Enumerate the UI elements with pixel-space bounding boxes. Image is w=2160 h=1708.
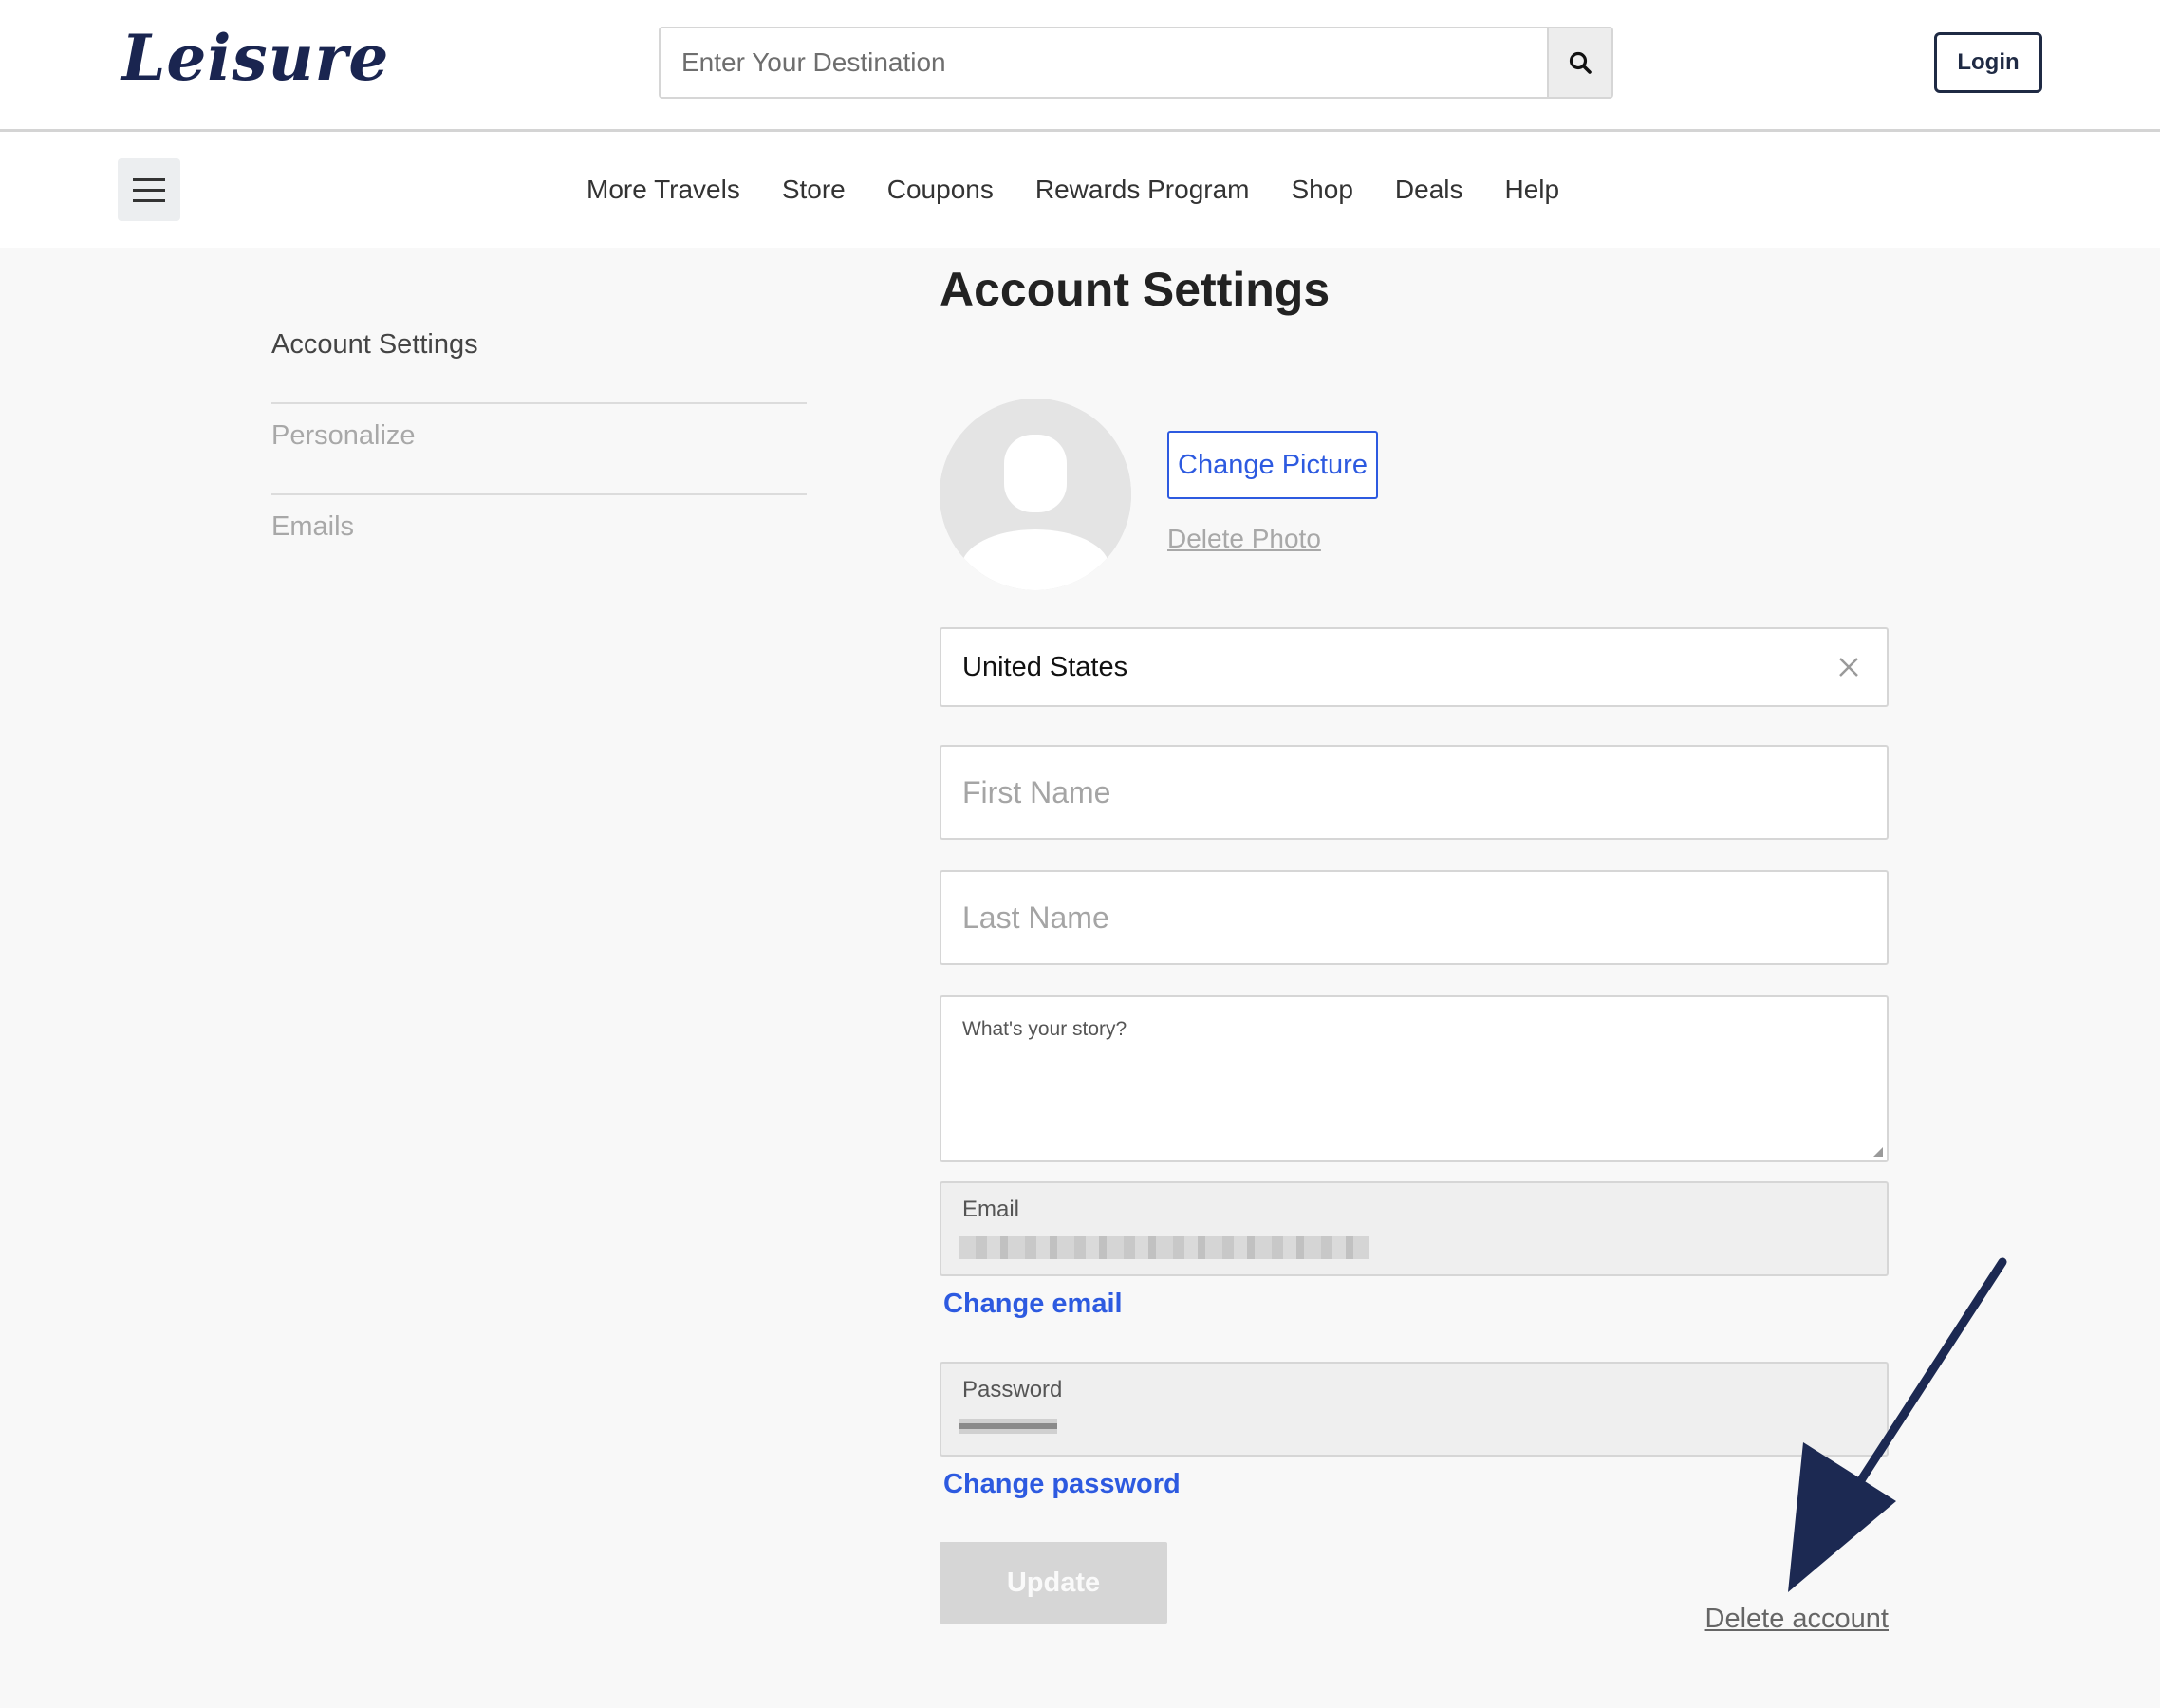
story-textarea[interactable] bbox=[941, 997, 1887, 1160]
country-select[interactable]: United States bbox=[940, 627, 1889, 707]
story-field bbox=[940, 995, 1889, 1162]
destination-search bbox=[659, 27, 1613, 99]
email-label: Email bbox=[962, 1197, 1020, 1222]
nav-link-shop[interactable]: Shop bbox=[1292, 175, 1353, 205]
delete-photo-link[interactable]: Delete Photo bbox=[1167, 524, 1321, 554]
site-logo[interactable]: Leisure bbox=[121, 21, 389, 95]
sidebar-item-account-settings[interactable]: Account Settings bbox=[271, 313, 807, 404]
password-label: Password bbox=[962, 1377, 1063, 1402]
nav-links: More Travels Store Coupons Rewards Progr… bbox=[566, 132, 1580, 248]
main-navigation: More Travels Store Coupons Rewards Progr… bbox=[0, 132, 2160, 248]
nav-link-more-travels[interactable]: More Travels bbox=[587, 175, 740, 205]
redacted-email-value bbox=[959, 1236, 1369, 1259]
nav-link-rewards-program[interactable]: Rewards Program bbox=[1035, 175, 1250, 205]
close-icon[interactable] bbox=[1832, 650, 1866, 684]
delete-account-link[interactable]: Delete account bbox=[1705, 1604, 1889, 1635]
hamburger-menu-button[interactable] bbox=[118, 158, 180, 221]
settings-sidebar: Account Settings Personalize Emails bbox=[271, 313, 807, 586]
login-button[interactable]: Login bbox=[1934, 32, 2042, 93]
change-password-link[interactable]: Change password bbox=[943, 1469, 1181, 1500]
search-icon bbox=[1569, 51, 1592, 74]
default-user-avatar-icon bbox=[940, 399, 1131, 590]
nav-link-help[interactable]: Help bbox=[1505, 175, 1560, 205]
profile-avatar bbox=[940, 399, 1131, 590]
first-name-input[interactable] bbox=[941, 747, 1887, 838]
last-name-field bbox=[940, 870, 1889, 965]
redacted-password-value bbox=[959, 1419, 1057, 1434]
change-picture-button[interactable]: Change Picture bbox=[1167, 431, 1378, 499]
update-button[interactable]: Update bbox=[940, 1542, 1167, 1624]
page-title: Account Settings bbox=[940, 263, 1331, 316]
top-header: Leisure Login bbox=[0, 0, 2160, 132]
search-button[interactable] bbox=[1547, 28, 1611, 97]
destination-search-input[interactable] bbox=[661, 28, 1543, 97]
sidebar-item-personalize[interactable]: Personalize bbox=[271, 404, 807, 495]
email-field: Email bbox=[940, 1181, 1889, 1276]
first-name-field bbox=[940, 745, 1889, 840]
sidebar-item-emails[interactable]: Emails bbox=[271, 495, 807, 586]
nav-link-deals[interactable]: Deals bbox=[1395, 175, 1463, 205]
last-name-input[interactable] bbox=[941, 872, 1887, 963]
nav-link-store[interactable]: Store bbox=[782, 175, 846, 205]
resize-handle-icon[interactable] bbox=[1871, 1145, 1883, 1157]
change-email-link[interactable]: Change email bbox=[943, 1289, 1123, 1320]
nav-link-coupons[interactable]: Coupons bbox=[887, 175, 994, 205]
hamburger-menu-icon bbox=[133, 177, 165, 181]
country-value: United States bbox=[962, 651, 1128, 682]
password-field: Password bbox=[940, 1362, 1889, 1457]
